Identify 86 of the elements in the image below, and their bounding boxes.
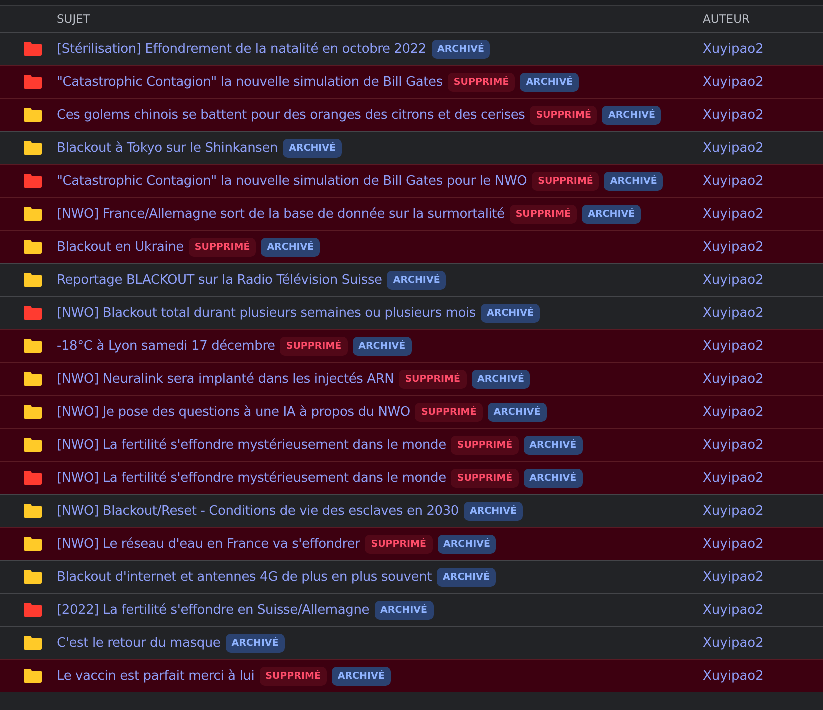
archived-badge: ARCHIVÉ — [524, 468, 583, 488]
author-link[interactable]: Xuyipao2 — [703, 108, 764, 122]
author-link[interactable]: Xuyipao2 — [703, 240, 764, 254]
topic-title[interactable]: "Catastrophic Contagion" la nouvelle simulation de Bill Gates pour le NWO — [57, 174, 528, 188]
author-link[interactable]: Xuyipao2 — [703, 42, 764, 56]
topic-title[interactable]: Blackout d'internet et antennes 4G de plus en plus souvent — [57, 570, 432, 584]
deleted-badge: SUPPRIMÉ — [365, 534, 433, 554]
topic-row[interactable]: [NWO] La fertilité s'effondre mystérieusement dans le monde SUPPRIMÉ ARCHIVÉ Xuyipao2 — [0, 428, 823, 461]
deleted-badge: SUPPRIMÉ — [260, 666, 327, 686]
archived-badge: ARCHIVÉ — [472, 370, 530, 388]
topic-title[interactable]: [NWO] Blackout/Reset - Conditions de vie des esclaves en 2030 — [57, 504, 459, 518]
archived-badge: ARCHIVÉ — [374, 600, 434, 620]
topic-title[interactable]: [2022] La fertilité s'effondre en Suisse/Allemagne — [57, 602, 370, 618]
deleted-badge: SUPPRIMÉ — [280, 336, 348, 356]
topic-row[interactable]: [NWO] La fertilité s'effondre mystérieusement dans le monde SUPPRIMÉ ARCHIVÉ Xuyipao2 — [0, 461, 823, 494]
archived-badge: ARCHIVÉ — [480, 304, 540, 322]
topic-title[interactable]: [NWO] Neuralink sera implanté dans les injectés ARN — [57, 372, 394, 386]
topic-title[interactable]: [NWO] Blackout total durant plusieurs semaines ou plusieurs mois — [57, 306, 476, 320]
archived-badge: ARCHIVÉ — [387, 270, 446, 290]
author-link[interactable]: Xuyipao2 — [703, 174, 764, 188]
topic-row[interactable]: -18°C à Lyon samedi 17 décembre SUPPRIMÉ ARCHIVÉ Xuyipao2 — [0, 329, 823, 362]
archived-badge: ARCHIVÉ — [582, 204, 642, 224]
archived-badge: ARCHIVÉ — [437, 568, 496, 586]
deleted-badge: SUPPRIMÉ — [188, 238, 256, 256]
author-link[interactable]: Xuyipao2 — [703, 536, 764, 552]
deleted-badge: SUPPRIMÉ — [451, 436, 519, 454]
archived-badge: ARCHIVÉ — [332, 666, 391, 686]
topic-title[interactable]: Blackout à Tokyo sur le Shinkansen — [57, 140, 278, 156]
archived-badge: ARCHIVÉ — [604, 172, 664, 190]
author-link[interactable]: Xuyipao2 — [703, 372, 764, 386]
topic-title[interactable]: -18°C à Lyon samedi 17 décembre — [57, 338, 276, 354]
topic-title[interactable]: Ces golems chinois se battent pour des oranges des citrons et des cerises — [57, 108, 526, 122]
author-link[interactable]: Xuyipao2 — [703, 338, 764, 354]
archived-badge: ARCHIVÉ — [352, 336, 412, 356]
topic-title[interactable]: [NWO] Le réseau d'eau en France va s'effondrer — [57, 536, 360, 552]
column-header: AUTEUR — [703, 12, 750, 26]
topic-title[interactable]: "Catastrophic Contagion" la nouvelle simulation de Bill Gates — [57, 74, 443, 90]
topic-title[interactable]: [NWO] La fertilité s'effondre mystérieusement dans le monde — [57, 438, 446, 452]
topic-row[interactable]: Ces golems chinois se battent pour des oranges des citrons et des cerises SUPPRIMÉ ARCHIVÉ Xuyipao2 — [0, 98, 823, 131]
author-link[interactable]: Xuyipao2 — [703, 272, 764, 288]
archived-badge: ARCHIVÉ — [283, 138, 342, 158]
deleted-badge: SUPPRIMÉ — [448, 72, 516, 92]
deleted-badge: SUPPRIMÉ — [510, 204, 578, 224]
deleted-badge: SUPPRIMÉ — [451, 468, 519, 488]
archived-badge: ARCHIVÉ — [438, 534, 496, 554]
deleted-badge: SUPPRIMÉ — [399, 370, 466, 388]
topic-title[interactable]: Reportage BLACKOUT sur la Radio Télévision Suisse — [57, 272, 382, 288]
archived-badge: ARCHIVÉ — [602, 106, 662, 124]
topic-row[interactable]: Blackout en Ukraine SUPPRIMÉ ARCHIVÉ Xuyipao2 — [0, 230, 823, 263]
topic-row[interactable]: "Catastrophic Contagion" la nouvelle simulation de Bill Gates pour le NWO SUPPRIMÉ ARCHIVÉ Xuyipao2 — [0, 164, 823, 197]
author-link[interactable]: Xuyipao2 — [703, 570, 764, 584]
column-header: SUJET — [57, 12, 92, 26]
topic-row[interactable]: "Catastrophic Contagion" la nouvelle simulation de Bill Gates SUPPRIMÉ ARCHIVÉ Xuyipao2 — [0, 65, 823, 98]
author-link[interactable]: Xuyipao2 — [703, 206, 764, 222]
author-link[interactable]: Xuyipao2 — [703, 504, 764, 518]
topic-title[interactable]: [NWO] France/Allemagne sort de la base de donnée sur la surmortalité — [57, 206, 505, 222]
archived-badge: ARCHIVÉ — [488, 402, 547, 422]
author-link[interactable]: Xuyipao2 — [703, 74, 764, 90]
archived-badge: ARCHIVÉ — [261, 238, 320, 256]
archived-badge: ARCHIVÉ — [524, 436, 583, 454]
author-link[interactable]: Xuyipao2 — [703, 306, 764, 320]
topic-row[interactable]: [NWO] Neuralink sera implanté dans les injectés ARN SUPPRIMÉ ARCHIVÉ Xuyipao2 — [0, 362, 823, 395]
author-link[interactable]: Xuyipao2 — [703, 602, 764, 618]
archived-badge: ARCHIVÉ — [520, 72, 580, 92]
deleted-badge: SUPPRIMÉ — [415, 402, 483, 422]
topic-title[interactable]: Blackout en Ukraine — [57, 240, 184, 254]
topic-title[interactable]: C'est le retour du masque — [57, 636, 221, 650]
archived-badge: ARCHIVÉ — [464, 502, 523, 520]
topic-title[interactable]: [Stérilisation] Effondrement de la natalité en octobre 2022 — [57, 42, 427, 56]
topic-row[interactable]: Le vaccin est parfait merci à lui SUPPRIMÉ ARCHIVÉ Xuyipao2 — [0, 659, 823, 692]
author-link[interactable]: Xuyipao2 — [703, 636, 764, 650]
author-link[interactable]: Xuyipao2 — [703, 404, 764, 420]
author-link[interactable]: Xuyipao2 — [703, 668, 764, 684]
deleted-badge: SUPPRIMÉ — [532, 172, 600, 190]
archived-badge: ARCHIVÉ — [226, 634, 285, 652]
author-link[interactable]: Xuyipao2 — [703, 470, 764, 486]
topic-row[interactable]: [NWO] Le réseau d'eau en France va s'effondrer SUPPRIMÉ ARCHIVÉ Xuyipao2 — [0, 527, 823, 560]
topic-title[interactable]: [NWO] La fertilité s'effondre mystérieusement dans le monde — [57, 470, 446, 486]
archived-badge: ARCHIVÉ — [432, 40, 490, 58]
topic-title[interactable]: [NWO] Je pose des questions à une IA à propos du NWO — [57, 404, 410, 420]
deleted-badge: SUPPRIMÉ — [530, 106, 598, 124]
author-link[interactable]: Xuyipao2 — [703, 140, 764, 156]
topic-row[interactable]: [NWO] Je pose des questions à une IA à propos du NWO SUPPRIMÉ ARCHIVÉ Xuyipao2 — [0, 395, 823, 428]
topic-title[interactable]: Le vaccin est parfait merci à lui — [57, 668, 255, 684]
author-link[interactable]: Xuyipao2 — [703, 438, 764, 452]
topic-row[interactable]: [NWO] France/Allemagne sort de la base de donnée sur la surmortalité SUPPRIMÉ ARCHIVÉ Xuyipao2 — [0, 197, 823, 230]
